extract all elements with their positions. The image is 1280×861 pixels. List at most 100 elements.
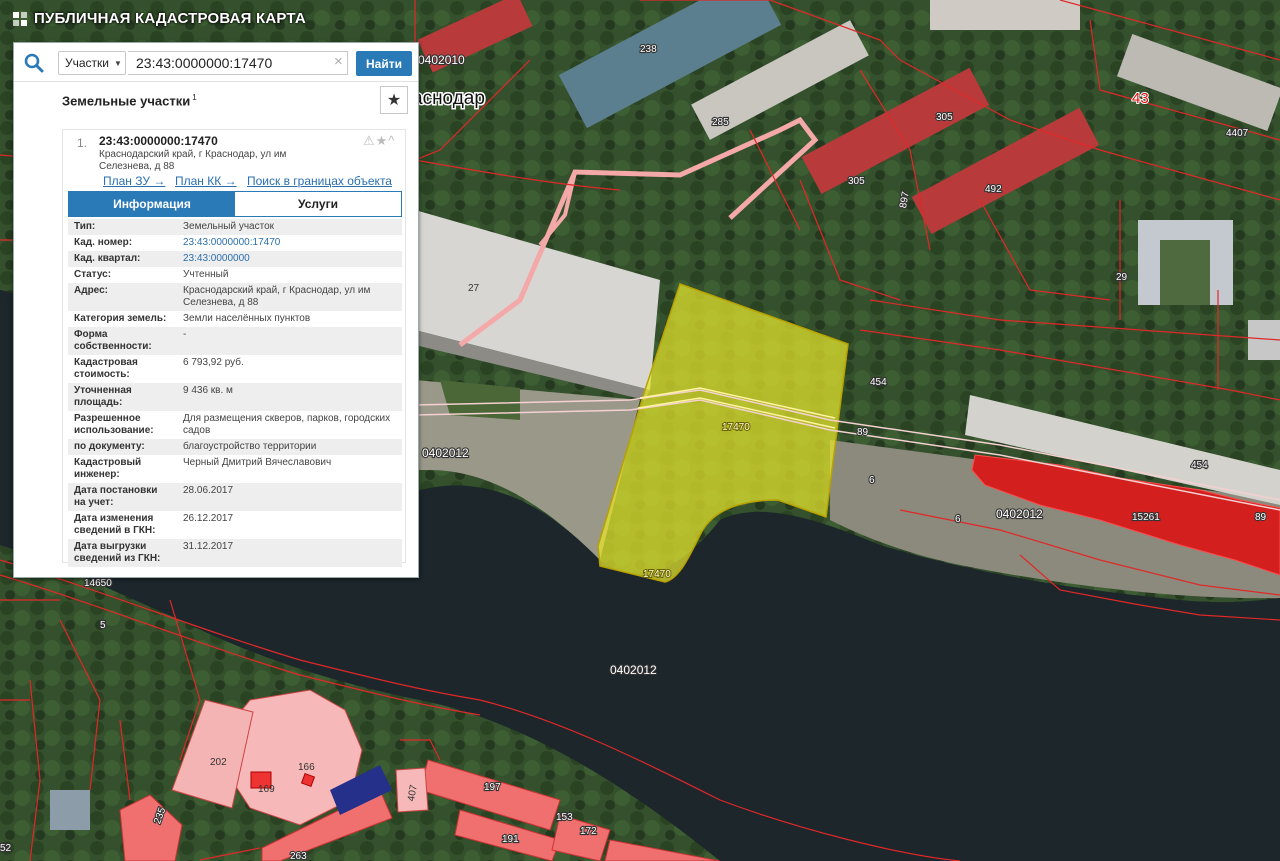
app-title-text: ПУБЛИЧНАЯ КАДАСТРОВАЯ КАРТА	[34, 10, 306, 27]
map-label: 169	[258, 784, 275, 795]
cadastral-number-link[interactable]: 23:43:0000000:17470	[177, 235, 402, 251]
map-label: 29	[1116, 272, 1128, 283]
map-label: 197	[484, 782, 501, 793]
search-type-select[interactable]: Участки ▼	[58, 51, 126, 75]
map-label-city: аснодар	[412, 88, 485, 109]
map-label: 15261	[1132, 512, 1160, 523]
map-label: 492	[985, 184, 1002, 195]
map-label: 454	[870, 377, 887, 388]
info-value: 31.12.2017	[183, 541, 234, 552]
map-label: 6	[869, 475, 875, 486]
search-icon[interactable]	[23, 52, 45, 74]
map-label-quarter: 0402010	[418, 53, 465, 67]
info-row: Разрешенное использование: Для размещения…	[68, 411, 402, 439]
logo-icon	[13, 11, 27, 26]
results-count: 1	[192, 93, 197, 102]
info-label: Дата выгрузки сведений из ГКН:	[74, 541, 161, 564]
info-label: Дата изменения сведений в ГКН:	[74, 513, 156, 536]
map-label: 454	[1191, 460, 1208, 471]
card-index: 1.	[77, 136, 88, 150]
tab-information[interactable]: Информация	[69, 192, 235, 216]
app-title: ПУБЛИЧНАЯ КАДАСТРОВАЯ КАРТА	[12, 10, 306, 27]
info-value: 6 793,92 руб.	[183, 357, 244, 368]
plan-kk-link[interactable]: План КК →	[175, 174, 237, 188]
results-title-text: Земельные участки	[62, 93, 191, 109]
info-value: -	[183, 329, 187, 340]
map-label: 172	[580, 826, 597, 837]
cadastral-quarter-link[interactable]: 23:43:0000000	[177, 251, 402, 267]
info-row: Кад. квартал: 23:43:0000000	[68, 251, 402, 267]
info-value: 9 436 кв. м	[183, 385, 233, 396]
info-row: Уточненная площадь: 9 436 кв. м	[68, 383, 402, 411]
info-label: Форма собственности:	[74, 329, 152, 352]
favorites-button[interactable]: ★	[380, 86, 408, 114]
map-label: 4407	[1226, 128, 1249, 139]
info-value: Черный Дмитрий Вячеславович	[183, 457, 332, 468]
map-label: 5	[100, 620, 106, 631]
map-label: 166	[298, 762, 315, 773]
card-cadastral-number: 23:43:0000000:17470	[99, 134, 218, 148]
info-row: Адрес: Краснодарский край, г Краснодар, у…	[68, 283, 402, 311]
map-label-parcel: 17470	[643, 569, 671, 580]
card-action-icons[interactable]: ⚠★^	[363, 133, 395, 149]
info-row: Форма собственности: -	[68, 327, 402, 355]
results-title: Земельные участки 1	[62, 93, 197, 108]
info-value: Учтенный	[183, 269, 229, 280]
map-label: 202	[210, 757, 227, 768]
info-table: Тип: Земельный участок Кад. номер: 23:43:0…	[68, 219, 402, 567]
info-label: Тип:	[74, 221, 96, 232]
info-label: Адрес:	[74, 285, 108, 296]
clear-icon[interactable]: ×	[334, 54, 343, 70]
map-label: 27	[468, 283, 480, 294]
info-label: Уточненная площадь:	[74, 385, 132, 408]
plan-zu-link[interactable]: План ЗУ →	[103, 174, 165, 188]
info-label: Кадастровая стоимость:	[74, 357, 138, 380]
info-row: Дата постановки на учет: 28.06.2017	[68, 483, 402, 511]
map-label: 305	[848, 176, 865, 187]
result-card[interactable]: 1. 23:43:0000000:17470 Краснодарский кра…	[62, 129, 406, 567]
find-button[interactable]: Найти	[356, 51, 412, 76]
card-address: Краснодарский край, г Краснодар, ул им С…	[99, 149, 287, 172]
map-label: 52	[0, 843, 12, 854]
card-tabs: Информация Услуги	[68, 191, 402, 217]
info-row: Кадастровый инженер: Черный Дмитрий Вячес…	[68, 455, 402, 483]
building	[930, 0, 1080, 30]
info-value: Земли населённых пунктов	[183, 313, 311, 324]
map-label: 89	[857, 427, 869, 438]
building	[1160, 240, 1210, 305]
info-row: Тип: Земельный участок	[68, 219, 402, 235]
info-value: благоустройство территории	[183, 441, 317, 452]
info-value: 28.06.2017	[183, 485, 234, 496]
info-row: Категория земель: Земли населённых пункто…	[68, 311, 402, 327]
map-label: 6	[955, 514, 961, 525]
info-row: Кадастровая стоимость: 6 793,92 руб.	[68, 355, 402, 383]
map-label: 305	[936, 112, 953, 123]
search-input[interactable]	[128, 51, 348, 75]
info-row: по документу: благоустройство территории	[68, 439, 402, 455]
map-label: 191	[502, 834, 519, 845]
info-label: Дата постановки на учет:	[74, 485, 158, 508]
info-value: Для размещения скверов, парков, городски…	[183, 413, 391, 436]
search-bar: Участки ▼ × Найти	[14, 43, 418, 82]
tab-services[interactable]: Услуги	[235, 192, 401, 216]
map-label: 89	[1255, 512, 1267, 523]
map-label-quarter: 0402012	[996, 507, 1043, 521]
map-label-quarter: 0402012	[610, 663, 657, 677]
search-panel: Участки ▼ × Найти Земельные участки1 ★ 1…	[13, 42, 419, 578]
building	[50, 790, 90, 830]
info-value: Краснодарский край, г Краснодар, ул им С…	[183, 285, 371, 308]
star-icon: ★	[386, 92, 402, 109]
info-label: Категория земель:	[74, 313, 167, 324]
info-row: Дата изменения сведений в ГКН: 26.12.2017	[68, 511, 402, 539]
info-row: Дата выгрузки сведений из ГКН: 31.12.2017	[68, 539, 402, 567]
info-label: Статус:	[74, 269, 112, 280]
map-label-big: 43	[1132, 90, 1149, 107]
info-label: Кад. номер:	[74, 237, 133, 248]
info-row: Статус: Учтенный	[68, 267, 402, 283]
map-label-quarter: 0402012	[422, 446, 469, 460]
map-label: 14650	[84, 578, 112, 589]
info-label: Разрешенное использование:	[74, 413, 154, 436]
info-row: Кад. номер: 23:43:0000000:17470	[68, 235, 402, 251]
info-value: 26.12.2017	[183, 513, 234, 524]
map-label: 285	[712, 117, 729, 128]
